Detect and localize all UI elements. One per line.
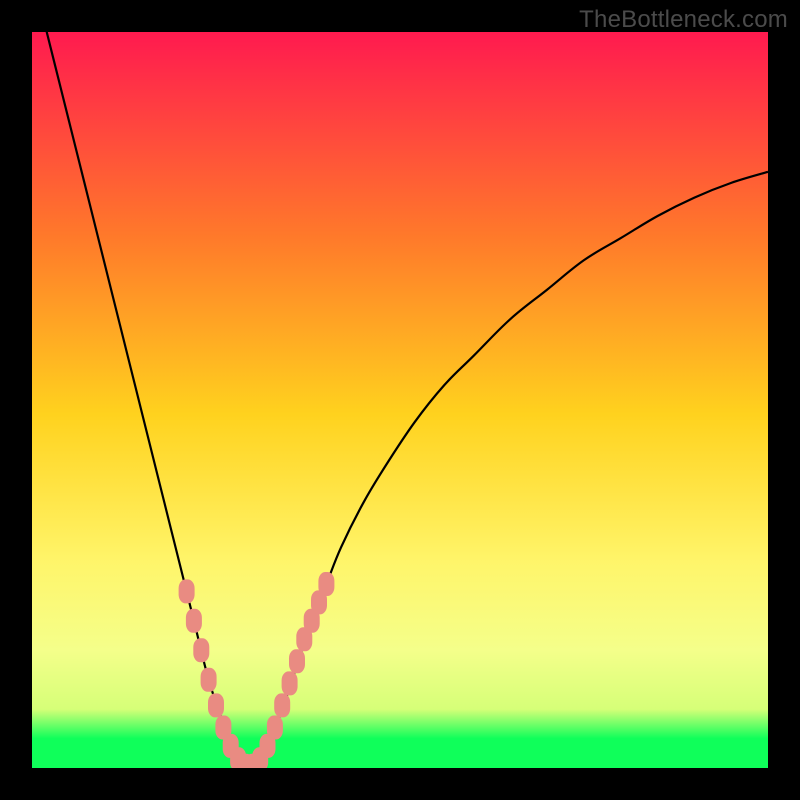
- marker-dot: [208, 693, 224, 717]
- marker-dot: [186, 609, 202, 633]
- chart-svg: [32, 32, 768, 768]
- marker-dot: [179, 579, 195, 603]
- plot-area: [32, 32, 768, 768]
- marker-dot: [201, 668, 217, 692]
- marker-dot: [193, 638, 209, 662]
- watermark-text: TheBottleneck.com: [579, 6, 788, 34]
- gradient-background: [32, 32, 768, 768]
- marker-dot: [274, 693, 290, 717]
- marker-dot: [318, 572, 334, 596]
- marker-dot: [267, 716, 283, 740]
- marker-dot: [289, 649, 305, 673]
- marker-dot: [282, 671, 298, 695]
- outer-frame: TheBottleneck.com: [0, 0, 800, 800]
